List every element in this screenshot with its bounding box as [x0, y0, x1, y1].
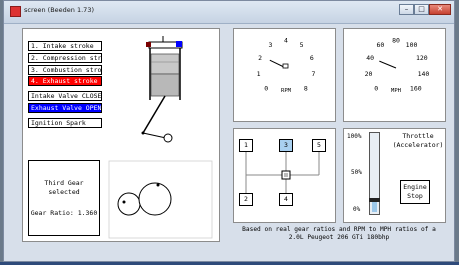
throttle-0-label: 0%: [353, 206, 361, 213]
gear-2-button[interactable]: 2: [239, 193, 253, 206]
throttle-title: Throttle (Accelerator): [388, 132, 448, 150]
throttle-100-label: 100%: [347, 133, 362, 140]
throttle-50-label: 50%: [351, 169, 362, 176]
throttle-title-line1: Throttle: [402, 132, 434, 140]
gear-5-button[interactable]: 5: [312, 139, 326, 152]
throttle-slider-track[interactable]: [369, 132, 380, 215]
gear-stick-inner: [284, 173, 288, 177]
gear-4-button[interactable]: 4: [279, 193, 293, 206]
footer-caption: Based on real gear ratios and RPM to MPH…: [233, 226, 445, 242]
gear-1-button[interactable]: 1: [239, 139, 253, 152]
caption-line1: Based on real gear ratios and RPM to MPH…: [242, 226, 436, 233]
caption-line2: 2.0L Peugeot 206 GTi 180bhp: [288, 234, 390, 241]
engine-stop-line2: Stop: [407, 192, 423, 200]
engine-stop-button[interactable]: Engine Stop: [400, 180, 430, 204]
gear-3-button[interactable]: 3: [279, 139, 293, 152]
engine-stop-line1: Engine: [403, 183, 427, 191]
throttle-title-line2: (Accelerator): [392, 141, 444, 149]
throttle-slider-thumb[interactable]: [369, 197, 380, 202]
